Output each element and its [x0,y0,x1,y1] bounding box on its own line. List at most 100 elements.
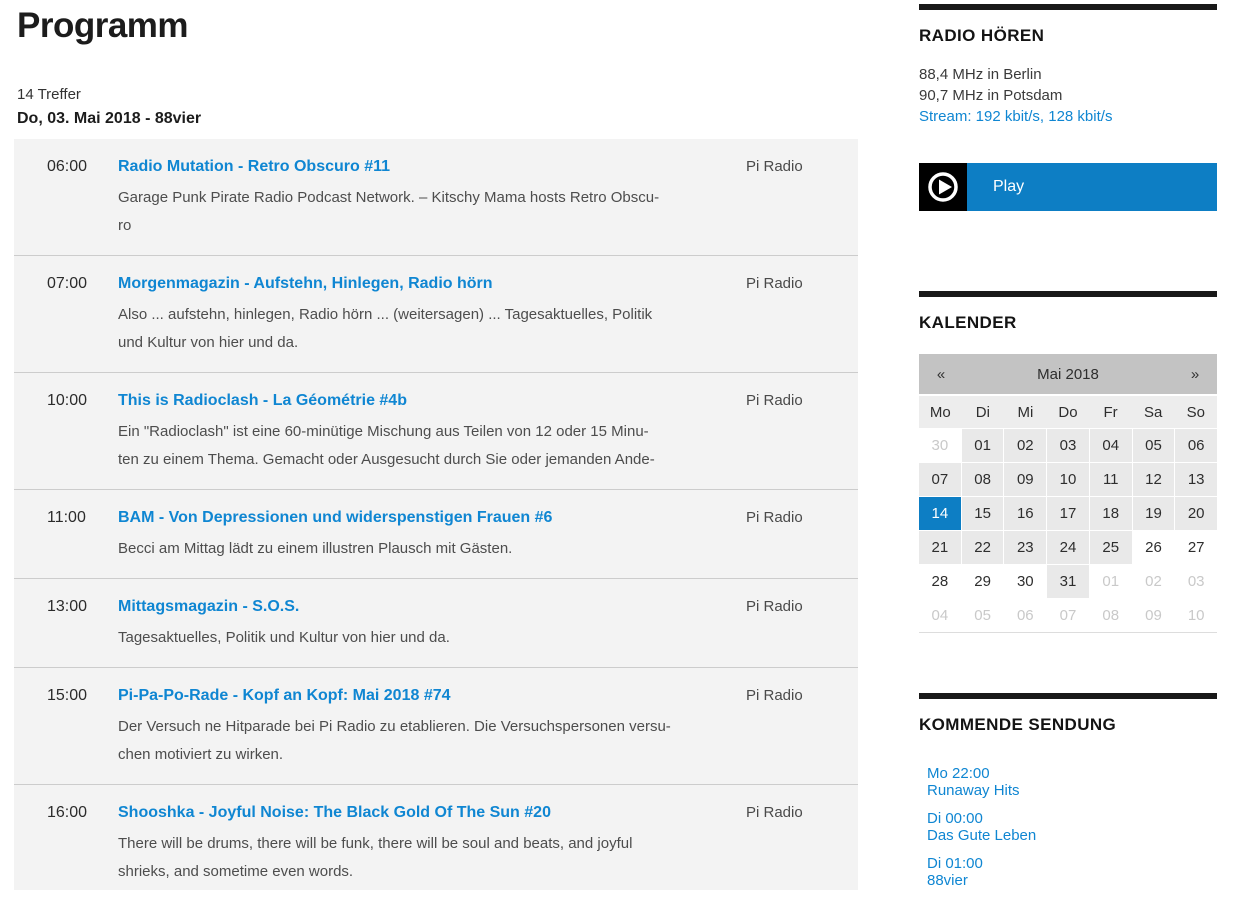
program-row: 15:00 Pi-Pa-Po-Rade - Kopf an Kopf: Mai … [14,667,858,784]
upcoming-item: Mo 22:00 Runaway Hits [927,765,1217,799]
calendar-day[interactable]: 17 [1046,497,1089,530]
page-title: Programm [17,6,188,46]
program-title-link[interactable]: Shooshka - Joyful Noise: The Black Gold … [118,802,746,824]
calendar-day[interactable]: 03 [1046,429,1089,462]
calendar-day-selected[interactable]: 14 [919,497,961,530]
calendar-next-button[interactable]: » [1173,366,1217,383]
upcoming-item: Di 00:00 Das Gute Leben [927,810,1217,844]
calendar-day[interactable]: 01 [961,429,1004,462]
calendar-day: 02 [1132,565,1175,598]
calendar-day: 08 [1089,599,1132,632]
upcoming-time-link[interactable]: Mo 22:00 [927,765,1217,782]
calendar-day: 30 [919,429,961,462]
upcoming-heading: KOMMENDE SENDUNG [919,715,1217,735]
program-channel: Pi Radio [746,596,858,618]
day-name: Sa [1132,404,1175,421]
sidebar: RADIO HÖREN 88,4 MHz in Berlin 90,7 MHz … [919,0,1217,890]
calendar-day[interactable]: 19 [1132,497,1175,530]
program-channel: Pi Radio [746,802,858,824]
calendar-day: 09 [1132,599,1175,632]
calendar-day[interactable]: 18 [1089,497,1132,530]
calendar-day[interactable]: 04 [1089,429,1132,462]
stream-link-128[interactable]: 128 kbit/s [1048,108,1112,125]
program-title-link[interactable]: Morgenmagazin - Aufstehn, Hinlegen, Radi… [118,273,746,295]
upcoming-title-link[interactable]: Das Gute Leben [927,827,1217,844]
program-title-link[interactable]: This is Radioclash - La Géométrie #4b [118,390,746,412]
calendar-day[interactable]: 10 [1046,463,1089,496]
program-list: 06:00 Radio Mutation - Retro Obscuro #11… [14,139,858,890]
calendar-day[interactable]: 07 [919,463,961,496]
calendar-day[interactable]: 22 [961,531,1004,564]
calendar-day[interactable]: 21 [919,531,961,564]
calendar-day[interactable]: 11 [1089,463,1132,496]
day-name: Mo [919,404,962,421]
calendar-day[interactable]: 25 [1089,531,1132,564]
program-time: 13:00 [14,596,118,618]
program-channel: Pi Radio [746,273,858,295]
program-description: There will be drums, there will be funk,… [118,830,718,886]
radio-listen-heading: RADIO HÖREN [919,26,1217,46]
section-divider-bar [919,4,1217,10]
calendar-day[interactable]: 05 [1132,429,1175,462]
program-time: 10:00 [14,390,118,412]
program-time: 16:00 [14,802,118,824]
calendar-day[interactable]: 06 [1174,429,1217,462]
play-button-label: Play [967,163,1217,211]
calendar-day: 06 [1003,599,1046,632]
calendar-day[interactable]: 23 [1003,531,1046,564]
calendar-day[interactable]: 24 [1046,531,1089,564]
program-channel: Pi Radio [746,156,858,178]
calendar-day-names: Mo Di Mi Do Fr Sa So [919,394,1217,428]
program-time: 11:00 [14,507,118,529]
stream-link-192[interactable]: Stream: 192 kbit/s [919,108,1040,125]
calendar-day[interactable]: 16 [1003,497,1046,530]
calendar-day[interactable]: 31 [1046,565,1089,598]
calendar-day: 10 [1174,599,1217,632]
calendar-day[interactable]: 13 [1174,463,1217,496]
calendar-day: 29 [961,565,1004,598]
upcoming-time-link[interactable]: Di 00:00 [927,810,1217,827]
calendar-month-label: Mai 2018 [963,366,1173,383]
calendar-week: 04 05 06 07 08 09 10 [919,598,1217,632]
play-circle-icon [919,163,967,211]
program-title-link[interactable]: Mittagsmagazin - S.O.S. [118,596,746,618]
calendar-day[interactable]: 02 [1003,429,1046,462]
calendar-day: 03 [1174,565,1217,598]
program-title-link[interactable]: BAM - Von Depressionen und widerspenstig… [118,507,746,529]
upcoming-title-link[interactable]: 88vier [927,872,1217,889]
calendar-day: 28 [919,565,961,598]
program-time: 15:00 [14,685,118,707]
section-divider-bar [919,291,1217,297]
calendar-day: 05 [961,599,1004,632]
upcoming-item: Di 01:00 88vier [927,855,1217,889]
play-button[interactable]: Play [919,163,1217,211]
upcoming-section: KOMMENDE SENDUNG Mo 22:00 Runaway Hits D… [919,693,1217,900]
frequency-berlin: 88,4 MHz in Berlin [919,64,1217,85]
program-channel: Pi Radio [746,685,858,707]
radio-listen-section: RADIO HÖREN 88,4 MHz in Berlin 90,7 MHz … [919,4,1217,211]
calendar-day[interactable]: 20 [1174,497,1217,530]
upcoming-title-link[interactable]: Runaway Hits [927,782,1217,799]
stream-link-separator: , [1040,108,1048,125]
program-channel: Pi Radio [746,507,858,529]
program-time: 06:00 [14,156,118,178]
calendar-day: 30 [1003,565,1046,598]
upcoming-time-link[interactable]: Di 01:00 [927,855,1217,872]
day-name: So [1174,404,1217,421]
calendar-prev-button[interactable]: « [919,366,963,383]
calendar-day[interactable]: 09 [1003,463,1046,496]
calendar-day: 27 [1174,531,1217,564]
program-description: Tagesaktuelles, Politik und Kultur von h… [118,624,718,652]
calendar-day[interactable]: 15 [961,497,1004,530]
calendar-day[interactable]: 12 [1132,463,1175,496]
calendar-day: 01 [1089,565,1132,598]
calendar-week: 14 15 16 17 18 19 20 [919,496,1217,530]
program-title-link[interactable]: Radio Mutation - Retro Obscuro #11 [118,156,746,178]
program-description: Garage Punk Pirate Radio Podcast Network… [118,184,718,240]
calendar-day: 26 [1132,531,1175,564]
upcoming-list: Mo 22:00 Runaway Hits Di 00:00 Das Gute … [919,765,1217,889]
calendar-day[interactable]: 08 [961,463,1004,496]
program-row: 07:00 Morgenmagazin - Aufstehn, Hinlegen… [14,255,858,372]
day-name: Fr [1089,404,1132,421]
program-title-link[interactable]: Pi-Pa-Po-Rade - Kopf an Kopf: Mai 2018 #… [118,685,746,707]
